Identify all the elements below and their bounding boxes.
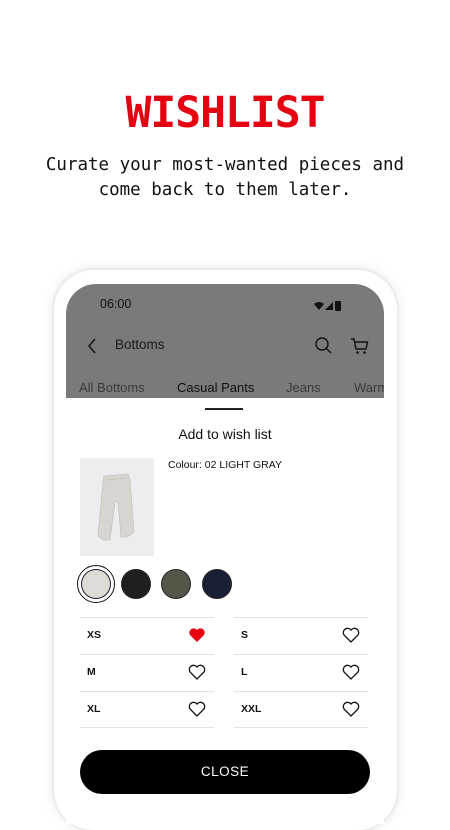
promo-subtitle-line-2: come back to them later. bbox=[98, 180, 352, 200]
close-button[interactable]: CLOSE bbox=[80, 750, 370, 794]
tab-casual-pants[interactable]: Casual Pants bbox=[177, 380, 254, 395]
promo-title: WISHLIST bbox=[125, 88, 325, 138]
heart-outline-icon[interactable] bbox=[342, 627, 360, 643]
size-label: M bbox=[87, 666, 96, 678]
wifi-icon bbox=[314, 302, 324, 310]
promo-subtitle-line-1: Curate your most-wanted pieces and bbox=[45, 155, 405, 175]
promo-subtitle: Curate your most-wanted pieces and come … bbox=[30, 153, 420, 203]
heart-filled-icon[interactable] bbox=[188, 627, 206, 643]
cart-icon[interactable] bbox=[350, 336, 370, 356]
status-bar: 06:00 bbox=[66, 284, 384, 326]
signal-icon bbox=[325, 302, 333, 310]
heart-outline-icon[interactable] bbox=[188, 664, 206, 680]
category-tabs: All Bottoms Casual Pants Jeans Warm bbox=[66, 376, 384, 400]
back-chevron-icon[interactable] bbox=[84, 336, 100, 356]
heart-outline-icon[interactable] bbox=[342, 701, 360, 717]
phone-screen: 06:00 Bottoms All Bottoms Casual Pants J… bbox=[66, 284, 384, 824]
tab-jeans[interactable]: Jeans bbox=[286, 380, 321, 395]
swatch-olive[interactable] bbox=[161, 569, 191, 599]
size-label: XXL bbox=[241, 703, 262, 715]
size-row-m[interactable]: M bbox=[80, 654, 214, 690]
size-label: L bbox=[241, 666, 248, 678]
colour-label: Colour: 02 LIGHT GRAY bbox=[168, 459, 282, 471]
size-row-l[interactable]: L bbox=[234, 654, 368, 690]
battery-icon bbox=[335, 301, 341, 311]
swatch-light-gray[interactable] bbox=[81, 569, 111, 599]
wishlist-bottom-sheet: Add to wish list Colour: 02 LIGHT GRAY X… bbox=[66, 398, 384, 824]
heart-outline-icon[interactable] bbox=[342, 664, 360, 680]
swatch-black[interactable] bbox=[121, 569, 151, 599]
swatch-navy[interactable] bbox=[202, 569, 232, 599]
app-bar-title: Bottoms bbox=[115, 337, 165, 352]
sheet-title: Add to wish list bbox=[178, 426, 272, 442]
tab-all-bottoms[interactable]: All Bottoms bbox=[79, 380, 145, 395]
status-icons bbox=[312, 297, 346, 316]
size-label: S bbox=[241, 629, 249, 641]
heart-outline-icon[interactable] bbox=[188, 701, 206, 717]
size-label: XL bbox=[87, 703, 101, 715]
status-time: 06:00 bbox=[100, 297, 132, 311]
sheet-drag-handle[interactable] bbox=[205, 408, 243, 410]
search-icon[interactable] bbox=[314, 336, 334, 356]
size-row-xxl[interactable]: XXL bbox=[234, 691, 368, 728]
size-row-xs[interactable]: XS bbox=[80, 617, 214, 653]
size-row-xl[interactable]: XL bbox=[80, 691, 214, 728]
size-row-s[interactable]: S bbox=[234, 617, 368, 653]
app-bar: Bottoms bbox=[66, 326, 384, 368]
product-image bbox=[80, 458, 154, 556]
tab-warm[interactable]: Warm bbox=[354, 380, 384, 395]
size-label: XS bbox=[87, 629, 102, 641]
